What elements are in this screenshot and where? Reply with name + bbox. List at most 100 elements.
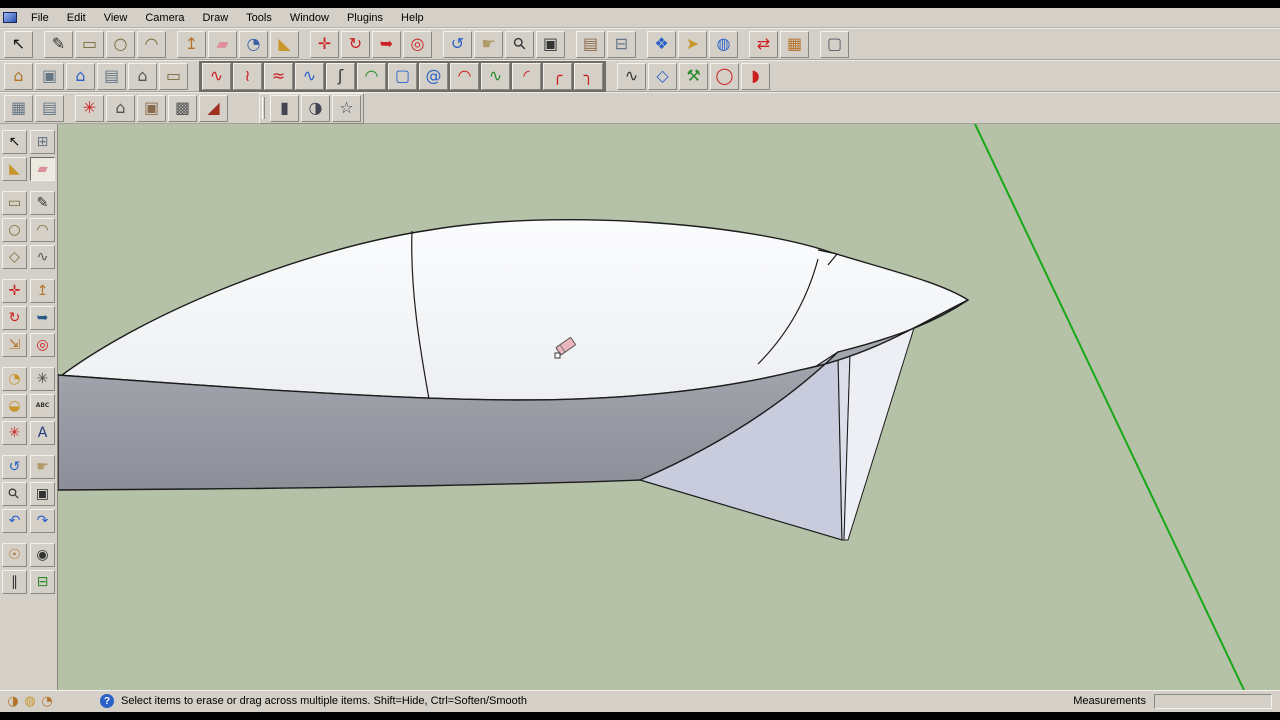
rectangle-tool[interactable]: ▭ (2, 191, 27, 215)
section-view[interactable]: ▤ (97, 62, 126, 90)
ellipse-tool[interactable]: ◯ (710, 62, 739, 90)
zoom-tool[interactable]: ⚲ (2, 482, 27, 506)
menu-item[interactable]: Camera (136, 9, 193, 27)
freehand-tool[interactable]: ∿ (30, 245, 55, 269)
smoove[interactable]: ✳ (75, 94, 104, 122)
move-tool[interactable]: ✛ (310, 30, 339, 58)
bezier-multi[interactable]: ≈ (264, 62, 293, 90)
menu-item[interactable]: Tools (237, 9, 281, 27)
box-tool[interactable]: ▢ (820, 30, 849, 58)
eraser-tool[interactable]: ▰ (208, 30, 237, 58)
home-view[interactable]: ⌂ (66, 62, 95, 90)
plan-view[interactable]: ▭ (159, 62, 188, 90)
dome-shape[interactable]: ◑ (301, 94, 330, 122)
move-tool[interactable]: ✛ (2, 279, 27, 303)
offset-tool[interactable]: ◎ (30, 333, 55, 357)
orbit-tool[interactable]: ↺ (443, 30, 472, 58)
bezier-curve[interactable]: ∿ (202, 62, 231, 90)
add-location-tool[interactable]: ◍ (709, 30, 738, 58)
add-detail[interactable]: ▩ (168, 94, 197, 122)
zoom-tool[interactable]: ⚲ (505, 30, 534, 58)
drape[interactable]: ▣ (137, 94, 166, 122)
menu-item[interactable]: File (22, 9, 58, 27)
offset-tool[interactable]: ◎ (403, 30, 432, 58)
protractor-tool[interactable]: ◒ (2, 394, 27, 418)
front-view[interactable]: ⌂ (128, 62, 157, 90)
walk-tool[interactable]: ∥ (2, 570, 27, 594)
curve-green[interactable]: ∿ (481, 62, 510, 90)
line-tool[interactable]: ✎ (44, 30, 73, 58)
spline[interactable]: ∿ (295, 62, 324, 90)
follow-me-tool[interactable]: ➥ (372, 30, 401, 58)
cylinder-shape[interactable]: ▮ (270, 94, 299, 122)
measurements-input[interactable] (1154, 693, 1272, 709)
pan-tool[interactable]: ☛ (474, 30, 503, 58)
flip-edge[interactable]: ◢ (199, 94, 228, 122)
section-plane-tool[interactable]: ⊟ (30, 570, 55, 594)
polygon-tool[interactable]: ◇ (2, 245, 27, 269)
rounded-rectangle[interactable]: ▢ (388, 62, 417, 90)
pushpull-tool[interactable]: ↥ (30, 279, 55, 303)
menu-item[interactable]: Draw (193, 9, 237, 27)
materials-tool[interactable]: ▦ (780, 30, 809, 58)
get-models-tool[interactable]: ▤ (576, 30, 605, 58)
scale-tool[interactable]: ⇲ (2, 333, 27, 357)
status-circle-2[interactable]: ◍ (22, 693, 38, 709)
pushpull-tool[interactable]: ↥ (177, 30, 206, 58)
curve-n[interactable]: ∿ (617, 62, 646, 90)
select-tool[interactable]: ↖ (4, 30, 33, 58)
select-tool[interactable]: ↖ (2, 130, 27, 154)
eraser-tool[interactable]: ▰ (30, 157, 55, 181)
rotate-tool[interactable]: ↻ (2, 306, 27, 330)
next-view-tool[interactable]: ↷ (30, 509, 55, 533)
menu-item[interactable]: Plugins (338, 9, 392, 27)
wrench-tool[interactable]: ⚒ (679, 62, 708, 90)
menu-item[interactable]: Edit (58, 9, 95, 27)
arc-tool[interactable]: ◠ (30, 218, 55, 242)
status-circle-1[interactable]: ◑ (5, 693, 21, 709)
tape-measure-tool[interactable]: ◔ (239, 30, 268, 58)
help-icon[interactable]: ? (100, 694, 114, 708)
corner-arc-left[interactable]: ╭ (543, 62, 572, 90)
menu-item[interactable]: Help (392, 9, 433, 27)
corner-arc-right[interactable]: ╮ (574, 62, 603, 90)
arc-green[interactable]: ◠ (357, 62, 386, 90)
d-shape-tool[interactable]: ◗ (741, 62, 770, 90)
rotate-tool[interactable]: ↻ (341, 30, 370, 58)
top-view[interactable]: ▣ (35, 62, 64, 90)
menu-item[interactable]: Window (281, 9, 338, 27)
from-contours[interactable]: ▦ (4, 94, 33, 122)
quarter-arc[interactable]: ◜ (512, 62, 541, 90)
status-circle-3[interactable]: ◔ (39, 693, 55, 709)
exchange-tool[interactable]: ⇄ (749, 30, 778, 58)
rectangle-tool[interactable]: ▭ (75, 30, 104, 58)
toolbar-drag-handle[interactable] (262, 97, 265, 119)
dimension-tool[interactable]: ✳ (30, 367, 55, 391)
arc-red[interactable]: ◠ (450, 62, 479, 90)
make-component-tool[interactable]: ⊞ (30, 130, 55, 154)
position-camera-tool[interactable]: ☉ (2, 543, 27, 567)
components-tool[interactable]: ❖ (647, 30, 676, 58)
interact-tool[interactable]: ➤ (678, 30, 707, 58)
axes-tool[interactable]: ✳ (2, 421, 27, 445)
star-shape[interactable]: ☆ (332, 94, 361, 122)
section-plane-tool[interactable]: ⊟ (607, 30, 636, 58)
iso-view[interactable]: ⌂ (4, 62, 33, 90)
from-scratch[interactable]: ▤ (35, 94, 64, 122)
paint-bucket-tool[interactable]: ◣ (270, 30, 299, 58)
zoom-window-tool[interactable]: ▣ (536, 30, 565, 58)
look-around-tool[interactable]: ◉ (30, 543, 55, 567)
line-tool[interactable]: ✎ (30, 191, 55, 215)
tape-measure-tool[interactable]: ◔ (2, 367, 27, 391)
menu-item[interactable]: View (95, 9, 137, 27)
pan-tool[interactable]: ☛ (30, 455, 55, 479)
orbit-tool[interactable]: ↺ (2, 455, 27, 479)
stamp[interactable]: ⌂ (106, 94, 135, 122)
circle-tool[interactable]: ○ (106, 30, 135, 58)
zoom-window-tool[interactable]: ▣ (30, 482, 55, 506)
s-curve[interactable]: ʃ (326, 62, 355, 90)
polygon-tool[interactable]: ◇ (648, 62, 677, 90)
viewport[interactable] (58, 124, 1280, 690)
arc-tool[interactable]: ◠ (137, 30, 166, 58)
paint-bucket-tool[interactable]: ◣ (2, 157, 27, 181)
